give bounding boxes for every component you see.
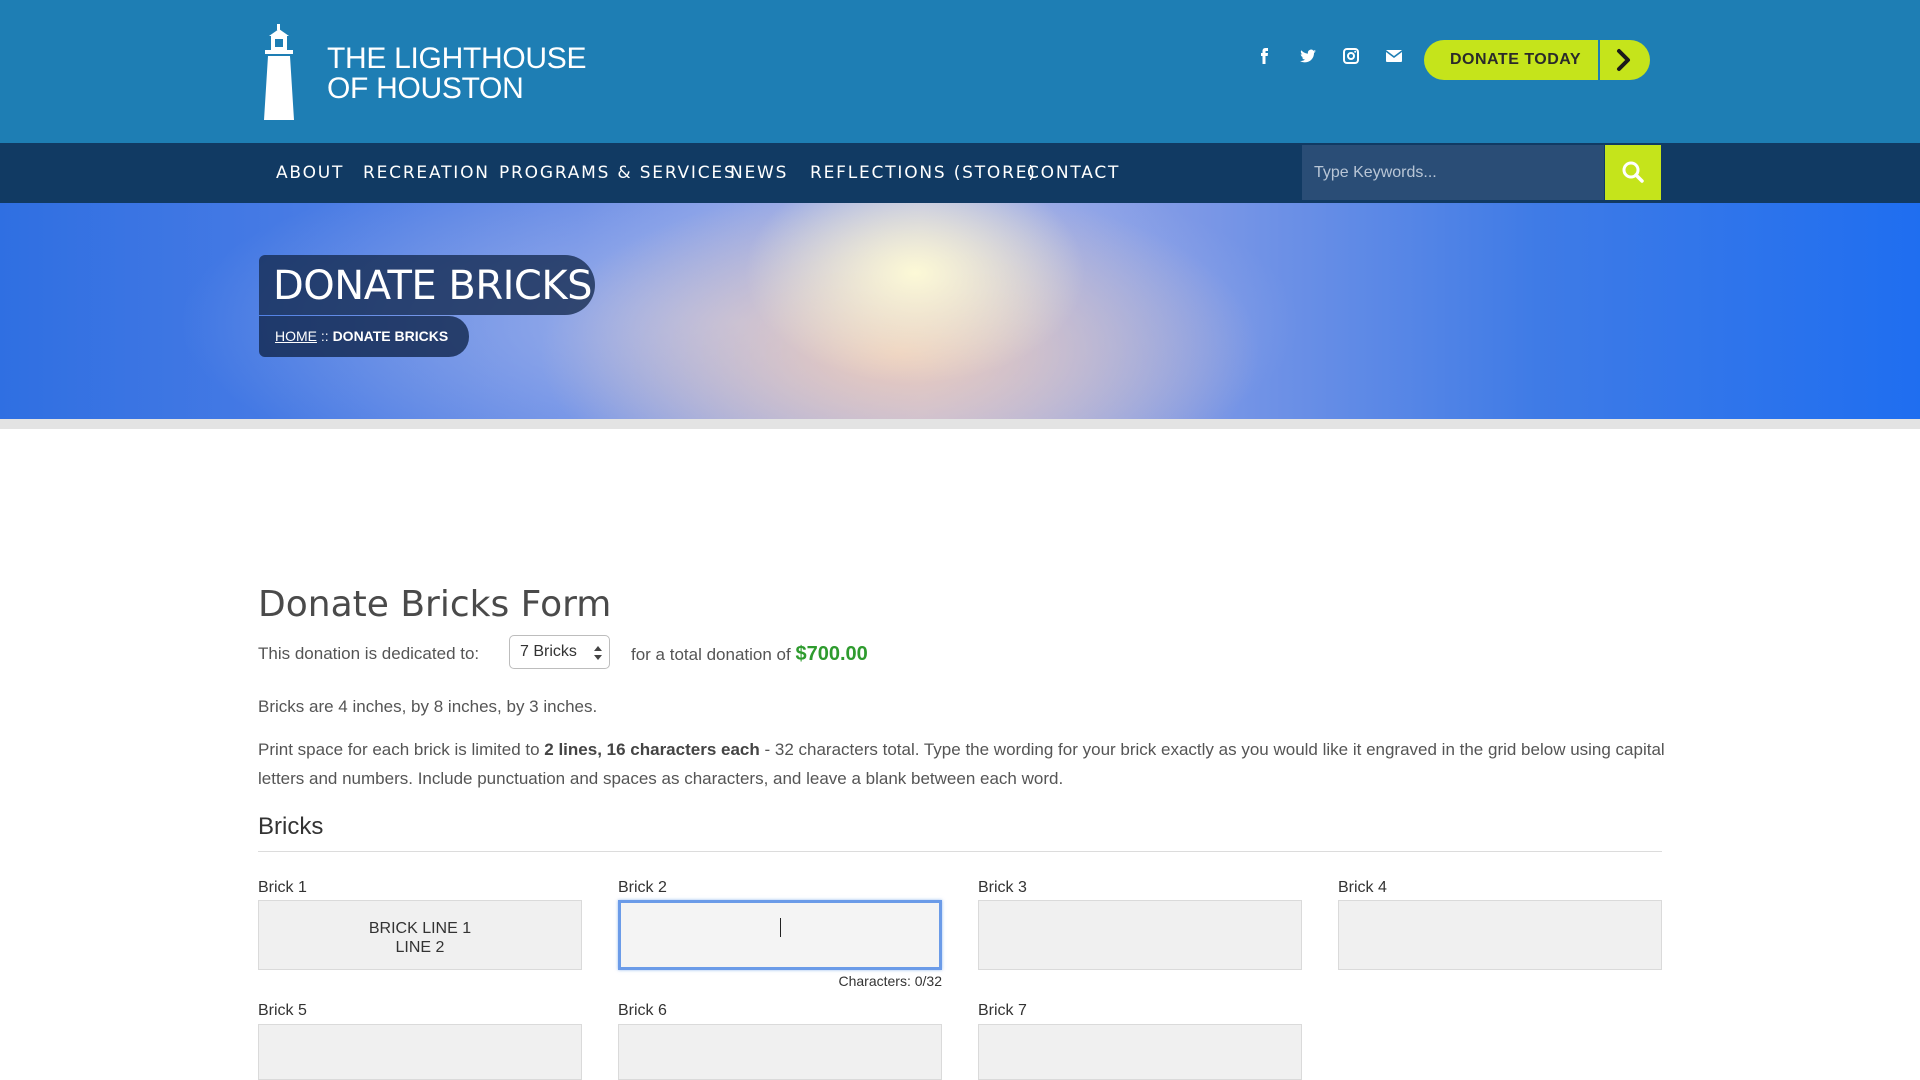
nav-item-about[interactable]: ABOUT <box>276 143 344 203</box>
character-counter: Characters: 0/32 <box>838 973 943 989</box>
breadcrumb-current: DONATE BRICKS <box>332 328 449 344</box>
site-logo[interactable]: THE LIGHTHOUSE OF HOUSTON <box>259 24 619 122</box>
search-icon <box>1622 161 1644 183</box>
donate-divider <box>1598 40 1600 80</box>
text-caret <box>780 918 781 937</box>
total-donation-label: for a total donation of <box>631 645 791 664</box>
brick-4-label: Brick 4 <box>1338 879 1387 896</box>
logo-line-2: OF HOUSTON <box>327 72 524 105</box>
brick-4-field[interactable] <box>1338 900 1662 970</box>
nav-item-recreation[interactable]: RECREATION <box>363 143 490 203</box>
page-title-box: DONATE BRICKS <box>259 255 595 315</box>
total-donation: for a total donation of $700.00 <box>631 644 868 665</box>
donate-today-button[interactable]: DONATE TODAY <box>1424 40 1650 80</box>
logo-line-1: THE LIGHTHOUSE <box>327 42 587 75</box>
brick-3-label: Brick 3 <box>978 879 1027 896</box>
nav-item-contact[interactable]: CONTACT <box>1027 143 1120 203</box>
print-space-limit: 2 lines, 16 characters each <box>544 740 760 759</box>
breadcrumb: HOME :: DONATE BRICKS <box>259 316 469 357</box>
breadcrumb-separator: :: <box>317 328 333 344</box>
brick-6-field[interactable] <box>618 1024 942 1080</box>
dedicated-label: This donation is dedicated to: <box>258 644 480 663</box>
search-button[interactable] <box>1605 145 1661 200</box>
hero-divider <box>0 419 1920 429</box>
nav-item-reflections-store[interactable]: REFLECTIONS (STORE) <box>810 143 1037 203</box>
bricks-count-value: 7 Bricks <box>520 643 577 660</box>
search-input[interactable] <box>1302 145 1604 200</box>
print-space-prefix: Print space for each brick is limited to <box>258 740 545 759</box>
logo-text: THE LIGHTHOUSE OF HOUSTON <box>327 44 586 104</box>
brick-size-text: Bricks are 4 inches, by 8 inches, by 3 i… <box>258 697 598 716</box>
brick-1-field[interactable] <box>258 900 582 970</box>
site-header: THE LIGHTHOUSE OF HOUSTON DONATE TODAY <box>0 0 1920 143</box>
brick-7-field[interactable] <box>978 1024 1302 1080</box>
nav-item-programs-services[interactable]: PROGRAMS & SERVICES <box>499 143 737 203</box>
twitter-icon[interactable] <box>1296 44 1320 68</box>
facebook-icon[interactable] <box>1253 44 1277 68</box>
total-donation-amount: $700.00 <box>795 643 868 665</box>
print-space-text: Print space for each brick is limited to… <box>258 735 1668 793</box>
chevron-right-icon <box>1612 40 1636 80</box>
email-icon[interactable] <box>1382 44 1406 68</box>
brick-6-label: Brick 6 <box>618 1002 667 1019</box>
bricks-section-heading: Bricks <box>258 813 324 840</box>
brick-5-field[interactable] <box>258 1024 582 1080</box>
page-title: DONATE BRICKS <box>273 263 592 309</box>
brick-1-label: Brick 1 <box>258 879 307 896</box>
brick-2-label: Brick 2 <box>618 879 667 896</box>
lighthouse-icon <box>264 24 294 120</box>
nav-item-news[interactable]: NEWS <box>730 143 788 203</box>
brick-3-field[interactable] <box>978 900 1302 970</box>
donate-today-label: DONATE TODAY <box>1450 51 1582 68</box>
bricks-count-select[interactable]: 7 Bricks ▲ <box>509 635 610 669</box>
brick-7-label: Brick 7 <box>978 1002 1027 1019</box>
breadcrumb-trail: HOME :: DONATE BRICKS <box>275 316 448 357</box>
form-title: Donate Bricks Form <box>258 584 612 625</box>
bricks-divider <box>258 851 1662 852</box>
brick-5-label: Brick 5 <box>258 1002 307 1019</box>
breadcrumb-home-link[interactable]: HOME <box>275 328 317 344</box>
updown-arrows-icon <box>594 646 602 660</box>
instagram-icon[interactable] <box>1339 44 1363 68</box>
